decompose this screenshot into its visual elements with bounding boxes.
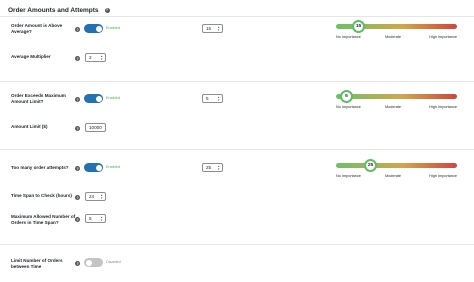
help-icon[interactable]: ? xyxy=(75,217,80,222)
time-span-input[interactable]: 24 ▲ ▼ xyxy=(85,192,106,201)
spinner-arrows[interactable]: ▲ ▼ xyxy=(100,216,103,222)
spinner-arrows[interactable]: ▲ ▼ xyxy=(217,26,220,32)
spinner-arrows[interactable]: ▲ ▼ xyxy=(217,165,220,171)
amount-limit-input[interactable]: 10000 xyxy=(85,123,106,132)
divider xyxy=(0,244,474,245)
section-header: Order Amounts and Attempts ? xyxy=(8,4,110,16)
section-title: Order Amounts and Attempts xyxy=(8,6,99,14)
divider xyxy=(0,16,474,17)
help-icon[interactable]: ? xyxy=(75,27,80,32)
divider xyxy=(0,81,474,82)
toggle-knob xyxy=(95,164,102,171)
toggle-knob xyxy=(85,259,92,266)
slider-thumb[interactable]: 25 xyxy=(364,159,377,172)
rule-label-above-average: Order Amount is Above Average? xyxy=(11,23,63,34)
spinner-arrows[interactable]: ▲ ▼ xyxy=(100,194,103,200)
help-icon[interactable]: ? xyxy=(75,56,80,61)
high-importance-label: High Importance xyxy=(429,35,457,39)
order-attempts-score-input[interactable]: 25 ▲ ▼ xyxy=(202,163,223,172)
time-span-label: Time Span to Check (hours) xyxy=(11,193,72,198)
slider-track[interactable] xyxy=(336,94,457,99)
slider-track[interactable] xyxy=(336,163,457,168)
above-average-score-input[interactable]: 15 ▲ ▼ xyxy=(202,24,223,33)
spinner-arrows[interactable]: ▲ ▼ xyxy=(217,96,220,102)
slider-thumb[interactable]: 5 xyxy=(340,90,353,103)
divider xyxy=(0,149,474,150)
toggle-state-label: Enabled xyxy=(106,96,120,100)
max-amount-score-input[interactable]: 5 ▲ ▼ xyxy=(202,94,223,103)
toggle-state-label: Disabled xyxy=(106,260,121,264)
spinner-arrows[interactable]: ▲ ▼ xyxy=(100,55,103,61)
rule-label-max-amount: Order Exceeds Maximum Amount Limit? xyxy=(11,93,66,104)
high-importance-label: High Importance xyxy=(429,174,457,178)
rule-label-limit-orders: Limit Number of Orders between Time xyxy=(11,258,63,269)
toggle-state-label: Enabled xyxy=(106,26,120,30)
max-amount-toggle[interactable] xyxy=(84,94,103,103)
help-icon[interactable]: ? xyxy=(75,97,80,102)
toggle-knob xyxy=(95,25,102,32)
no-importance-label: No Importance xyxy=(336,105,361,109)
no-importance-label: No Importance xyxy=(336,35,361,39)
moderate-label: Moderate xyxy=(385,174,402,178)
order-attempts-toggle[interactable] xyxy=(84,163,103,172)
average-multiplier-label: Average Multiplier xyxy=(11,54,51,59)
help-icon[interactable]: ? xyxy=(75,126,80,131)
amount-limit-label: Amount Limit ($) xyxy=(11,124,48,129)
limit-orders-toggle[interactable] xyxy=(84,258,103,267)
max-orders-input[interactable]: 5 ▲ ▼ xyxy=(85,214,106,223)
max-orders-label: Maximum Allowed Number of Orders in Time… xyxy=(11,214,76,225)
slider-thumb[interactable]: 15 xyxy=(352,20,365,33)
help-icon[interactable]: ? xyxy=(75,195,80,200)
toggle-knob xyxy=(95,95,102,102)
no-importance-label: No Importance xyxy=(336,174,361,178)
high-importance-label: High Importance xyxy=(429,105,457,109)
moderate-label: Moderate xyxy=(385,105,402,109)
help-icon[interactable]: ? xyxy=(75,261,80,266)
average-multiplier-input[interactable]: 2 ▲ ▼ xyxy=(85,53,106,62)
toggle-state-label: Enabled xyxy=(106,165,120,169)
section-help-icon[interactable]: ? xyxy=(104,7,110,13)
above-average-toggle[interactable] xyxy=(84,24,103,33)
help-icon[interactable]: ? xyxy=(75,166,80,171)
rule-label-order-attempts: Too many order attempts? xyxy=(11,165,69,170)
moderate-label: Moderate xyxy=(385,35,402,39)
